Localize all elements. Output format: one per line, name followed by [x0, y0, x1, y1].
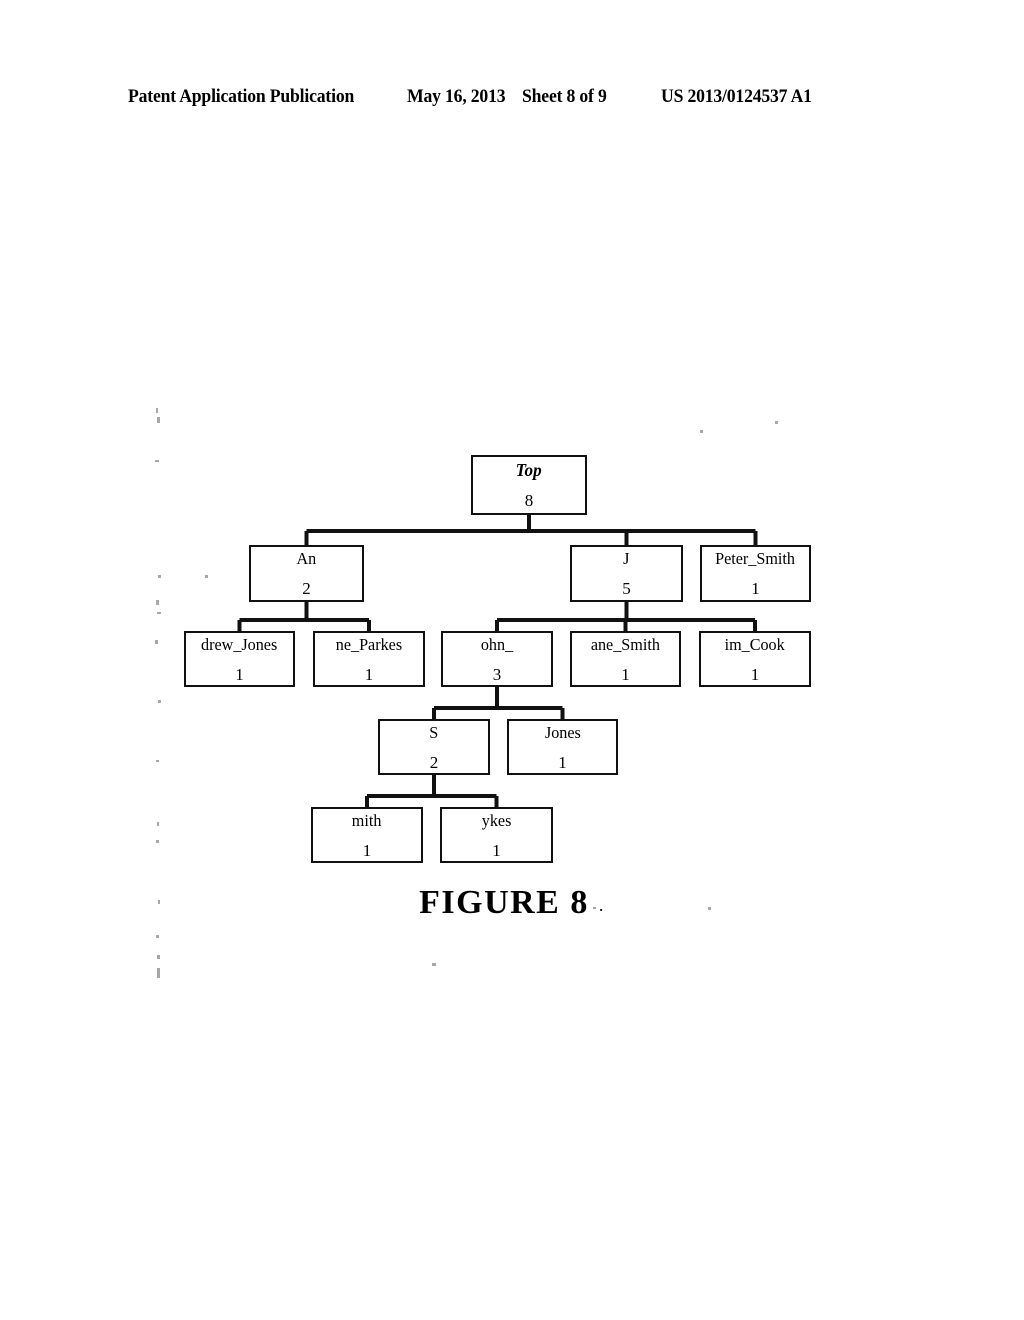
- scan-speckle: [157, 955, 160, 959]
- scan-speckle: [775, 421, 778, 424]
- node-label: ane_Smith: [590, 634, 661, 654]
- tree-node-drew-jones: drew_Jones 1: [184, 631, 295, 687]
- node-count: 2: [429, 752, 439, 772]
- tree-node-jones: Jones 1: [507, 719, 618, 775]
- node-count: 1: [492, 840, 501, 860]
- node-label: Top: [516, 460, 542, 480]
- node-label: Peter_Smith: [715, 549, 796, 568]
- node-count: 1: [751, 579, 760, 598]
- scan-speckle: [205, 575, 208, 578]
- node-count: 1: [235, 664, 244, 684]
- scan-speckle: [156, 408, 158, 413]
- node-label: J: [623, 549, 630, 568]
- scan-speckle: [700, 430, 703, 433]
- node-count: 8: [524, 491, 534, 510]
- node-label: An: [296, 549, 317, 568]
- node-label: ne_Parkes: [335, 634, 403, 654]
- tree-node-ane-smith: ane_Smith 1: [570, 631, 681, 687]
- scan-speckle: [156, 760, 159, 762]
- tree-node-ohn: ohn_ 3: [441, 631, 553, 687]
- node-count: 1: [362, 840, 372, 860]
- node-count: 1: [364, 664, 374, 684]
- node-label: im_Cook: [724, 634, 786, 654]
- figure-caption-mark: .: [598, 895, 605, 915]
- node-count: 1: [621, 664, 630, 684]
- node-label: drew_Jones: [201, 634, 278, 654]
- node-label: ohn_: [480, 634, 514, 654]
- tree-node-s: S2: [378, 719, 490, 775]
- node-count: 2: [302, 579, 311, 598]
- scan-speckle: [156, 840, 159, 843]
- node-label: S: [429, 722, 439, 742]
- node-count: 3: [492, 664, 502, 684]
- tree-node-ne-parkes: ne_Parkes 1: [313, 631, 425, 687]
- node-label: mith: [352, 810, 382, 830]
- node-count: 1: [750, 664, 760, 684]
- node-label: Jones: [544, 722, 581, 742]
- scan-speckle: [158, 700, 161, 703]
- scan-speckle: [156, 600, 159, 605]
- scan-speckle: [155, 640, 158, 644]
- figure-caption: FIGURE 8.: [0, 884, 1024, 922]
- node-label: ykes: [481, 810, 512, 830]
- scan-speckle: [157, 612, 161, 614]
- figure-caption-text: FIGURE 8: [419, 884, 589, 921]
- tree-node-mith: mith 1: [311, 807, 423, 863]
- tree-node-j: J5: [570, 545, 683, 602]
- scan-speckle: [432, 963, 436, 966]
- tree-node-im-cook: im_Cook 1: [699, 631, 811, 687]
- tree-node-an: An 2: [249, 545, 364, 602]
- scan-speckle: [155, 460, 159, 462]
- scan-speckle: [157, 822, 159, 826]
- scan-speckle: [157, 417, 160, 423]
- tree-node-top: Top 8: [471, 455, 587, 515]
- scan-speckle: [158, 575, 161, 578]
- scan-speckle: [156, 935, 159, 938]
- tree-node-peter-smith: Peter_Smith 1: [700, 545, 811, 602]
- scan-speckle: [157, 968, 160, 978]
- node-count: 5: [622, 579, 631, 598]
- node-count: 1: [558, 752, 567, 772]
- figure-8-tree-diagram: Top 8 An 2 J 5 Peter_Smith 1 drew_Jones 1 ne_Parke…: [0, 0, 1024, 1320]
- tree-node-ykes: ykes 1: [440, 807, 553, 863]
